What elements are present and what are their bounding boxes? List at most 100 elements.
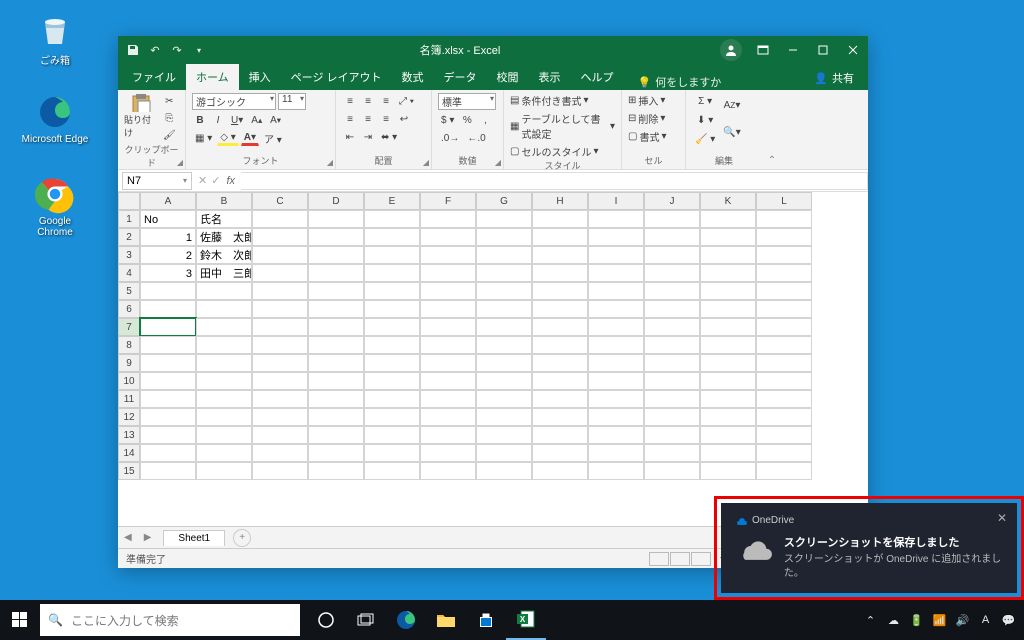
cell[interactable] [756,282,812,300]
cell[interactable] [644,426,700,444]
cell[interactable] [644,210,700,228]
cell[interactable] [532,210,588,228]
desktop-icon-recycle-bin[interactable]: ごみ箱 [20,10,90,67]
cell[interactable] [196,426,252,444]
battery-tray-icon[interactable]: 🔋 [909,613,924,628]
cell[interactable] [420,444,476,462]
cell[interactable]: No [140,210,196,228]
cell[interactable] [700,228,756,246]
cell[interactable] [252,390,308,408]
column-header[interactable]: B [196,192,252,210]
redo-icon[interactable]: ↷ [170,43,184,57]
cell[interactable] [252,210,308,228]
cell[interactable] [644,354,700,372]
menu-formulas[interactable]: 数式 [392,64,434,90]
cell[interactable] [700,336,756,354]
cell[interactable] [252,228,308,246]
column-header[interactable]: A [140,192,196,210]
menu-page-layout[interactable]: ページ レイアウト [281,64,392,90]
conditional-formatting-button[interactable]: ▤ 条件付き書式 ▾ [510,93,615,108]
format-cells-button[interactable]: ▢ 書式 ▾ [628,129,679,144]
fill-color-button[interactable]: ◇ ▾ [217,130,239,146]
align-top-button[interactable]: ≡ [342,93,358,109]
cell[interactable] [196,282,252,300]
formula-input[interactable] [241,172,868,190]
cortana-icon[interactable] [306,600,346,640]
undo-icon[interactable]: ↶ [148,43,162,57]
menu-review[interactable]: 校閲 [487,64,529,90]
row-header[interactable]: 2 [118,228,140,246]
cell[interactable] [644,300,700,318]
insert-cells-button[interactable]: ⊞ 挿入 ▾ [628,93,679,108]
find-select-button[interactable]: 🔍▾ [720,120,743,144]
cell[interactable] [420,336,476,354]
row-header[interactable]: 14 [118,444,140,462]
cell[interactable] [308,246,364,264]
cell[interactable] [420,228,476,246]
cell[interactable] [476,300,532,318]
cell[interactable] [364,210,420,228]
user-avatar[interactable] [720,39,742,61]
menu-data[interactable]: データ [434,64,487,90]
onedrive-tray-icon[interactable]: ☁ [886,613,901,628]
cell[interactable] [476,336,532,354]
cell[interactable] [196,444,252,462]
cell[interactable] [476,408,532,426]
cell[interactable] [252,462,308,480]
cell[interactable] [476,354,532,372]
column-header[interactable]: J [644,192,700,210]
menu-view[interactable]: 表示 [529,64,571,90]
minimize-button[interactable] [778,36,808,64]
italic-button[interactable]: I [210,112,226,128]
enter-formula-icon[interactable]: ✓ [211,174,220,187]
cell[interactable] [700,462,756,480]
increase-decimal-button[interactable]: .0→ [438,130,462,146]
cell[interactable] [476,264,532,282]
cell[interactable] [700,390,756,408]
cell[interactable] [756,462,812,480]
cell[interactable] [756,444,812,462]
task-view-icon[interactable] [346,600,386,640]
cell[interactable] [476,210,532,228]
cell[interactable] [140,354,196,372]
cell[interactable] [476,444,532,462]
align-middle-button[interactable]: ≡ [360,93,376,109]
wrap-text-button[interactable]: ↩ [396,111,412,127]
cell[interactable] [756,408,812,426]
percent-button[interactable]: % [459,112,475,128]
cell[interactable] [364,318,420,336]
cell[interactable] [756,426,812,444]
cell[interactable] [196,390,252,408]
cell[interactable] [196,462,252,480]
cell[interactable] [588,444,644,462]
align-center-button[interactable]: ≡ [360,111,376,127]
cell[interactable] [140,318,196,336]
dialog-launcher-icon[interactable]: ◢ [177,158,183,167]
cell[interactable] [532,408,588,426]
row-header[interactable]: 13 [118,426,140,444]
cell[interactable] [700,246,756,264]
cell[interactable] [476,282,532,300]
cell[interactable] [252,282,308,300]
cell[interactable] [700,372,756,390]
menu-file[interactable]: ファイル [122,64,186,90]
row-header[interactable]: 11 [118,390,140,408]
cell[interactable] [252,300,308,318]
cell[interactable] [420,300,476,318]
cell[interactable] [140,372,196,390]
cell[interactable] [420,390,476,408]
cell[interactable] [700,300,756,318]
cell[interactable] [196,300,252,318]
cell[interactable] [588,372,644,390]
format-as-table-button[interactable]: ▦ テーブルとして書式設定 ▾ [510,111,615,141]
column-header[interactable]: H [532,192,588,210]
cell[interactable] [140,390,196,408]
cell[interactable] [420,408,476,426]
cell[interactable] [140,426,196,444]
align-left-button[interactable]: ≡ [342,111,358,127]
cell[interactable] [700,354,756,372]
cell[interactable]: 佐藤 太郎 [196,228,252,246]
cell[interactable] [644,336,700,354]
cell[interactable] [308,462,364,480]
cell[interactable] [644,372,700,390]
